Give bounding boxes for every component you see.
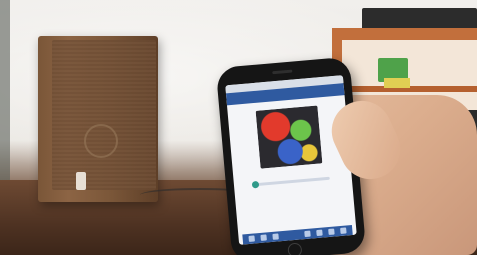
speaker-logo [84,124,118,158]
settings-icon[interactable] [316,229,323,237]
playback-controls [242,224,353,245]
previous-icon[interactable] [248,235,255,242]
photo-scene [0,0,477,255]
info-icon[interactable] [328,228,335,236]
hifi-component [362,8,477,30]
speaker-tag [76,172,86,190]
phone-screen [225,75,357,245]
home-button[interactable] [287,242,303,255]
pause-icon[interactable] [260,234,267,241]
next-icon[interactable] [272,233,279,240]
track-caption [263,167,323,172]
volume-icon[interactable] [304,230,311,238]
playback-progress-dot[interactable] [251,180,260,189]
album-art [255,105,323,169]
yellow-book [384,78,410,88]
speaker-grille [52,40,156,190]
menu-icon[interactable] [340,227,347,234]
phone-earpiece [272,69,293,75]
playback-progress[interactable] [253,176,330,187]
